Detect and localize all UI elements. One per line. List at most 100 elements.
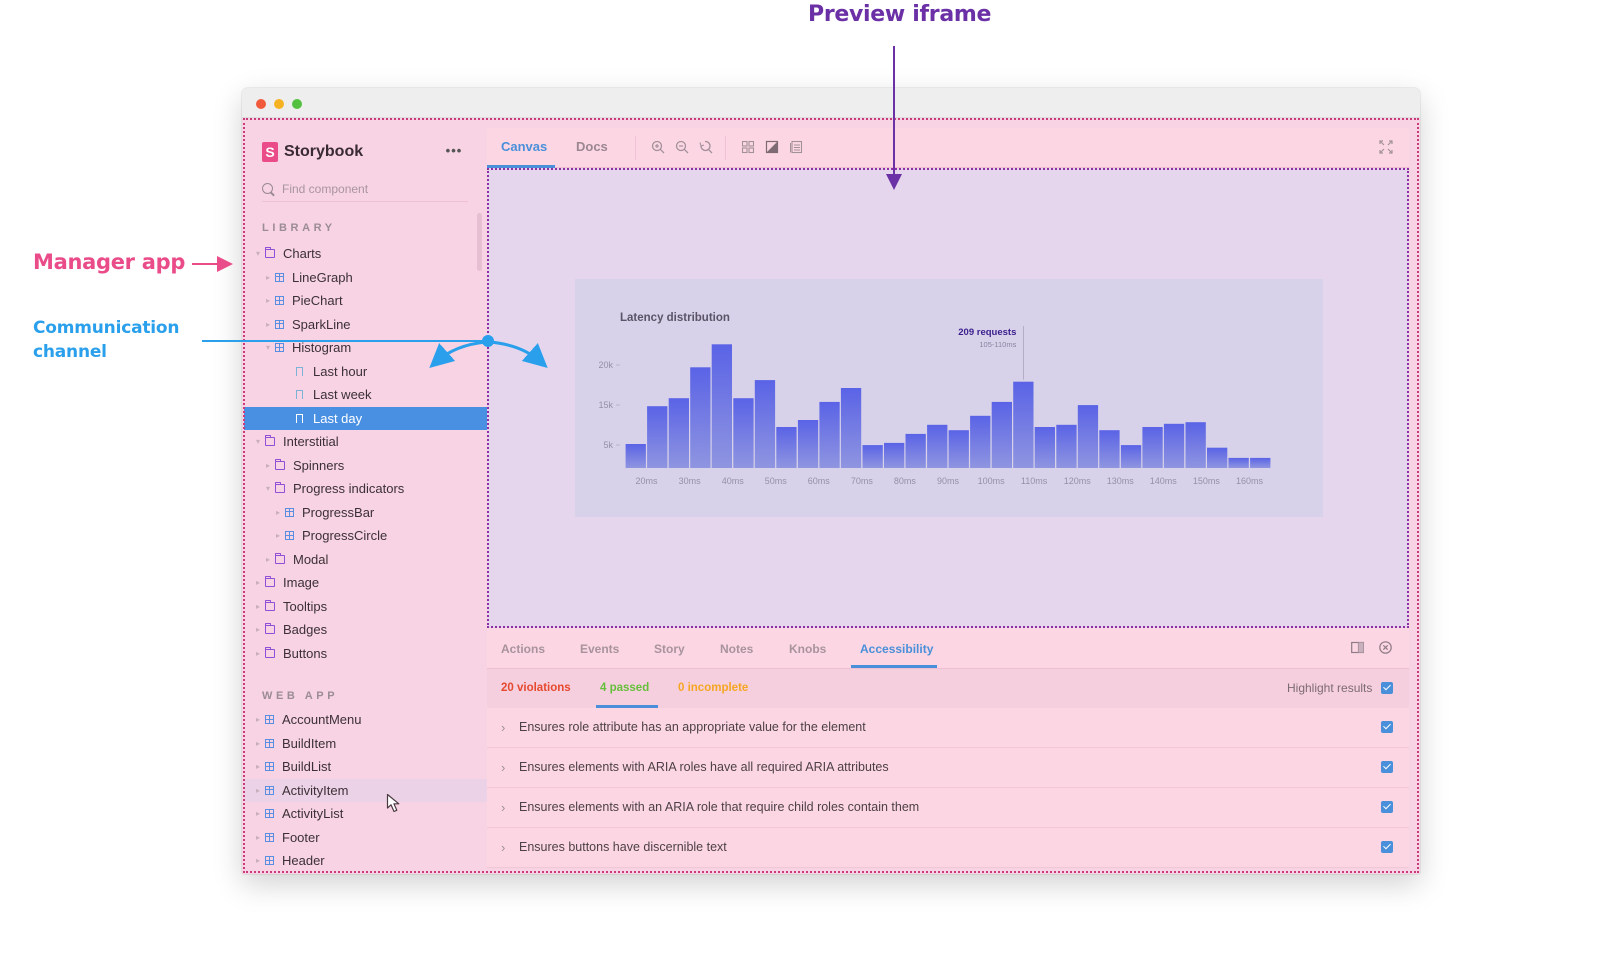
- caret-right-icon[interactable]: ▸: [264, 273, 272, 282]
- sidebar-item-sparkline[interactable]: ▸ SparkLine: [244, 313, 487, 337]
- histogram-bar[interactable]: [1077, 405, 1099, 468]
- sidebar-item-spinners[interactable]: ▸ Spinners: [244, 454, 487, 478]
- caret-down-icon[interactable]: ▾: [264, 484, 272, 493]
- maximize-window-button[interactable]: [292, 99, 302, 109]
- caret-right-icon[interactable]: ▸: [254, 762, 262, 771]
- caret-right-icon[interactable]: ▸: [274, 531, 282, 540]
- grid-icon[interactable]: [741, 140, 755, 154]
- histogram-bar[interactable]: [991, 401, 1012, 468]
- histogram-bar[interactable]: [1228, 457, 1249, 468]
- highlight-results-checkbox[interactable]: [1381, 682, 1393, 694]
- caret-right-icon[interactable]: ▸: [254, 715, 262, 724]
- histogram-bar[interactable]: [1185, 422, 1206, 468]
- viewport-icon[interactable]: [789, 140, 803, 154]
- sidebar-item-progress-indicators[interactable]: ▾ Progress indicators: [244, 477, 487, 501]
- rule-highlight-checkbox[interactable]: [1381, 761, 1393, 773]
- close-window-button[interactable]: [256, 99, 266, 109]
- rule-highlight-checkbox[interactable]: [1381, 721, 1393, 733]
- caret-right-icon[interactable]: ▸: [254, 578, 262, 587]
- caret-right-icon[interactable]: ▸: [254, 856, 262, 865]
- histogram-bar[interactable]: [1013, 381, 1034, 468]
- caret-right-icon[interactable]: ▸: [254, 602, 262, 611]
- panel-orientation-icon[interactable]: [1351, 641, 1364, 654]
- sidebar-item-last-hour[interactable]: Last hour: [244, 360, 487, 384]
- sidebar-item-interstitial[interactable]: ▾ Interstitial: [244, 430, 487, 454]
- storybook-brand[interactable]: S Storybook: [262, 142, 363, 162]
- caret-right-icon[interactable]: ▸: [254, 739, 262, 748]
- sidebar-item-activityitem[interactable]: ▸ ActivityItem: [244, 778, 487, 802]
- histogram-bar[interactable]: [970, 415, 991, 468]
- histogram-bar[interactable]: [1142, 427, 1163, 468]
- rule-highlight-checkbox[interactable]: [1381, 841, 1393, 853]
- sidebar-item-builditem[interactable]: ▸ BuildItem: [244, 732, 487, 756]
- histogram-bar[interactable]: [1250, 457, 1271, 468]
- tab-docs[interactable]: Docs: [576, 139, 608, 154]
- sidebar-item-footer[interactable]: ▸ Footer: [244, 826, 487, 850]
- sidebar-item-activitylist[interactable]: ▸ ActivityList: [244, 802, 487, 826]
- histogram-bar[interactable]: [1034, 427, 1055, 468]
- sidebar-item-image[interactable]: ▸ Image: [244, 571, 487, 595]
- sidebar-item-last-week[interactable]: Last week: [244, 383, 487, 407]
- caret-right-icon[interactable]: ▸: [264, 296, 272, 305]
- zoom-in-icon[interactable]: [651, 140, 665, 154]
- sidebar-item-progresscircle[interactable]: ▸ ProgressCircle: [244, 524, 487, 548]
- rule-highlight-checkbox[interactable]: [1381, 801, 1393, 813]
- chevron-right-icon[interactable]: ›: [501, 720, 505, 735]
- sidebar-item-header[interactable]: ▸ Header: [244, 849, 487, 873]
- search-input[interactable]: [282, 181, 452, 196]
- histogram-bar[interactable]: [711, 344, 732, 468]
- more-options-button[interactable]: •••: [440, 140, 468, 166]
- histogram-bar[interactable]: [690, 367, 711, 468]
- histogram-bar[interactable]: [1099, 430, 1120, 468]
- sidebar-item-badges[interactable]: ▸ Badges: [244, 618, 487, 642]
- addon-tab-story[interactable]: Story: [654, 642, 685, 656]
- zoom-out-icon[interactable]: [675, 140, 689, 154]
- passed-tab[interactable]: 4 passed: [600, 682, 649, 694]
- close-panel-icon[interactable]: [1379, 641, 1392, 654]
- histogram-bar[interactable]: [819, 401, 840, 468]
- caret-right-icon[interactable]: ▸: [254, 649, 262, 658]
- sidebar-item-progressbar[interactable]: ▸ ProgressBar: [244, 501, 487, 525]
- histogram-bar[interactable]: [948, 430, 969, 468]
- caret-right-icon[interactable]: ▸: [264, 555, 272, 564]
- chevron-right-icon[interactable]: ›: [501, 840, 505, 855]
- a11y-rule-row[interactable]: › Ensures buttons have discernible text: [487, 828, 1409, 868]
- sidebar-item-charts[interactable]: ▾ Charts: [244, 242, 487, 266]
- histogram-bar[interactable]: [884, 442, 905, 468]
- sidebar-item-tooltips[interactable]: ▸ Tooltips: [244, 595, 487, 619]
- histogram-bar[interactable]: [1056, 424, 1077, 468]
- addon-tab-actions[interactable]: Actions: [501, 642, 545, 656]
- caret-right-icon[interactable]: ▸: [264, 320, 272, 329]
- incomplete-tab[interactable]: 0 incomplete: [678, 682, 748, 694]
- sidebar-item-accountmenu[interactable]: ▸ AccountMenu: [244, 708, 487, 732]
- histogram-bar[interactable]: [625, 444, 646, 468]
- minimize-window-button[interactable]: [274, 99, 284, 109]
- histogram-bar[interactable]: [647, 406, 668, 468]
- caret-down-icon[interactable]: ▾: [254, 249, 262, 258]
- a11y-rule-row[interactable]: › Ensures role attribute has an appropri…: [487, 708, 1409, 748]
- addon-tab-notes[interactable]: Notes: [720, 642, 753, 656]
- histogram-bar[interactable]: [905, 433, 926, 468]
- histogram-bar[interactable]: [840, 388, 862, 468]
- histogram-bar[interactable]: [668, 398, 689, 468]
- sidebar-item-piechart[interactable]: ▸ PieChart: [244, 289, 487, 313]
- fullscreen-icon[interactable]: [1379, 140, 1393, 154]
- sidebar-item-modal[interactable]: ▸ Modal: [244, 548, 487, 572]
- addon-tab-knobs[interactable]: Knobs: [789, 642, 826, 656]
- chevron-right-icon[interactable]: ›: [501, 760, 505, 775]
- caret-right-icon[interactable]: ▸: [264, 461, 272, 470]
- histogram-bar[interactable]: [1163, 423, 1185, 468]
- histogram-bar[interactable]: [797, 420, 819, 468]
- histogram-bar[interactable]: [776, 427, 797, 468]
- caret-right-icon[interactable]: ▸: [254, 833, 262, 842]
- sidebar-item-last-day[interactable]: Last day: [244, 406, 487, 430]
- addon-tab-events[interactable]: Events: [580, 642, 619, 656]
- caret-right-icon[interactable]: ▸: [254, 809, 262, 818]
- histogram-bar[interactable]: [1120, 445, 1142, 468]
- caret-down-icon[interactable]: ▾: [264, 343, 272, 352]
- histogram-bar[interactable]: [1207, 447, 1228, 468]
- caret-right-icon[interactable]: ▸: [254, 625, 262, 634]
- caret-right-icon[interactable]: ▸: [274, 508, 282, 517]
- background-icon[interactable]: [765, 140, 779, 154]
- a11y-rule-row[interactable]: › Ensures elements with ARIA roles have …: [487, 748, 1409, 788]
